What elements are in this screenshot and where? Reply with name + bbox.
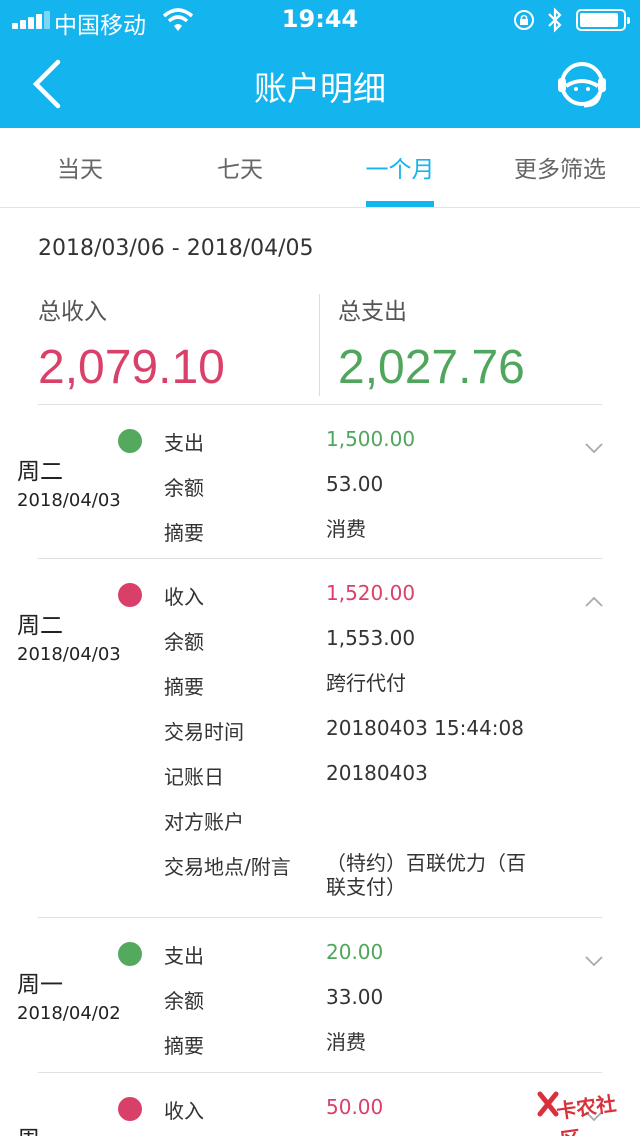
summary-divider: [319, 294, 320, 396]
total-income-value: 2,079.10: [38, 341, 225, 394]
expense-dot-icon: [118, 429, 142, 453]
transaction-weekday: 周二: [17, 613, 63, 639]
battery-icon: [576, 9, 630, 31]
transaction-item[interactable]: 周二 2018/04/03 支出 1,500.00 余额 53.00 摘要 消费: [0, 405, 640, 558]
status-bar: 中国移动 19:44: [0, 0, 640, 40]
date-range: 2018/03/06 - 2018/04/05: [38, 236, 314, 261]
total-expense-block: 总支出 2,027.76: [338, 292, 525, 395]
transaction-row: 对方账户: [164, 806, 584, 836]
row-label: 收入: [164, 585, 204, 609]
transaction-date: 2018/04/03: [17, 644, 121, 665]
row-value: 53.00: [326, 472, 384, 496]
tab-today[interactable]: 当天: [0, 128, 160, 207]
transaction-row: 余额 1,553.00: [164, 626, 584, 656]
row-label: 摘要: [164, 521, 204, 545]
transaction-row: 摘要 消费: [164, 1030, 584, 1060]
row-label: 支出: [164, 431, 204, 455]
row-label: 交易地点/附言: [164, 855, 291, 879]
customer-service-icon[interactable]: [554, 56, 610, 112]
row-label: 余额: [164, 989, 204, 1013]
row-value: 跨行代付: [326, 671, 406, 695]
transaction-item[interactable]: 周一 2018/04/02 支出 20.00 余额 33.00 摘要 消费: [0, 918, 640, 1072]
row-label: 交易时间: [164, 720, 244, 744]
row-value: 1,520.00: [326, 581, 416, 605]
income-dot-icon: [118, 583, 142, 607]
row-label: 支出: [164, 944, 204, 968]
total-expense-value: 2,027.76: [338, 341, 525, 394]
transaction-weekday: 周一: [17, 1120, 63, 1136]
row-value: 20.00: [326, 940, 384, 964]
row-value: 33.00: [326, 985, 384, 1009]
transaction-row: 摘要 跨行代付: [164, 671, 584, 701]
row-label: 余额: [164, 630, 204, 654]
top-bar: 中国移动 19:44 账户明细: [0, 0, 640, 128]
row-value: 50.00: [326, 1095, 384, 1119]
row-value: 消费: [326, 1030, 366, 1054]
status-time: 19:44: [281, 5, 359, 33]
chevron-down-icon[interactable]: [584, 442, 604, 454]
row-label: 摘要: [164, 1034, 204, 1058]
watermark: 卡农社区: [536, 1082, 636, 1136]
transaction-row: 支出 1,500.00: [164, 427, 584, 457]
transaction-row: 支出 20.00: [164, 940, 584, 970]
watermark-text: 卡农社区: [554, 1091, 618, 1136]
transaction-weekday: 周一: [17, 972, 63, 998]
period-tabs: 当天 七天 一个月 更多筛选: [0, 128, 640, 208]
row-value: 20180403 15:44:08: [326, 716, 524, 740]
transaction-row: 交易地点/附言 （特约）百联优力（百联支付）: [164, 851, 584, 903]
page-title: 账户明细: [254, 69, 386, 108]
row-label: 收入: [164, 1099, 204, 1123]
transaction-row: 收入 50.00: [164, 1095, 584, 1125]
transaction-item[interactable]: 周二 2018/04/03 收入 1,520.00 余额 1,553.00 摘要…: [0, 559, 640, 917]
row-label: 余额: [164, 476, 204, 500]
transaction-row: 余额 33.00: [164, 985, 584, 1015]
row-value: 消费: [326, 517, 366, 541]
transaction-row: 余额 53.00: [164, 472, 584, 502]
tab-more-filters[interactable]: 更多筛选: [480, 128, 640, 207]
chevron-down-icon[interactable]: [584, 955, 604, 967]
chevron-up-icon[interactable]: [584, 596, 604, 608]
transaction-date: 2018/04/03: [17, 490, 121, 511]
row-value: （特约）百联优力（百联支付）: [326, 851, 526, 899]
total-expense-label: 总支出: [338, 299, 407, 325]
transaction-weekday: 周二: [17, 459, 63, 485]
total-income-label: 总收入: [38, 299, 107, 325]
row-label: 对方账户: [164, 810, 244, 834]
transaction-row: 记账日 20180403: [164, 761, 584, 791]
transaction-date: 2018/04/02: [17, 1003, 121, 1024]
transaction-row: 收入 1,520.00: [164, 581, 584, 611]
rotation-lock-icon: [514, 10, 534, 30]
row-value: 1,500.00: [326, 427, 416, 451]
bluetooth-icon: [548, 7, 562, 33]
transaction-row: 摘要 消费: [164, 517, 584, 547]
tab-one-month[interactable]: 一个月: [320, 128, 480, 207]
row-value: 20180403: [326, 761, 428, 785]
row-label: 记账日: [164, 765, 224, 789]
transaction-row: 交易时间 20180403 15:44:08: [164, 716, 584, 746]
row-value: 1,553.00: [326, 626, 416, 650]
row-label: 摘要: [164, 675, 204, 699]
income-dot-icon: [118, 1097, 142, 1121]
total-income-block: 总收入 2,079.10: [38, 292, 225, 395]
expense-dot-icon: [118, 942, 142, 966]
tab-seven-days[interactable]: 七天: [160, 128, 320, 207]
